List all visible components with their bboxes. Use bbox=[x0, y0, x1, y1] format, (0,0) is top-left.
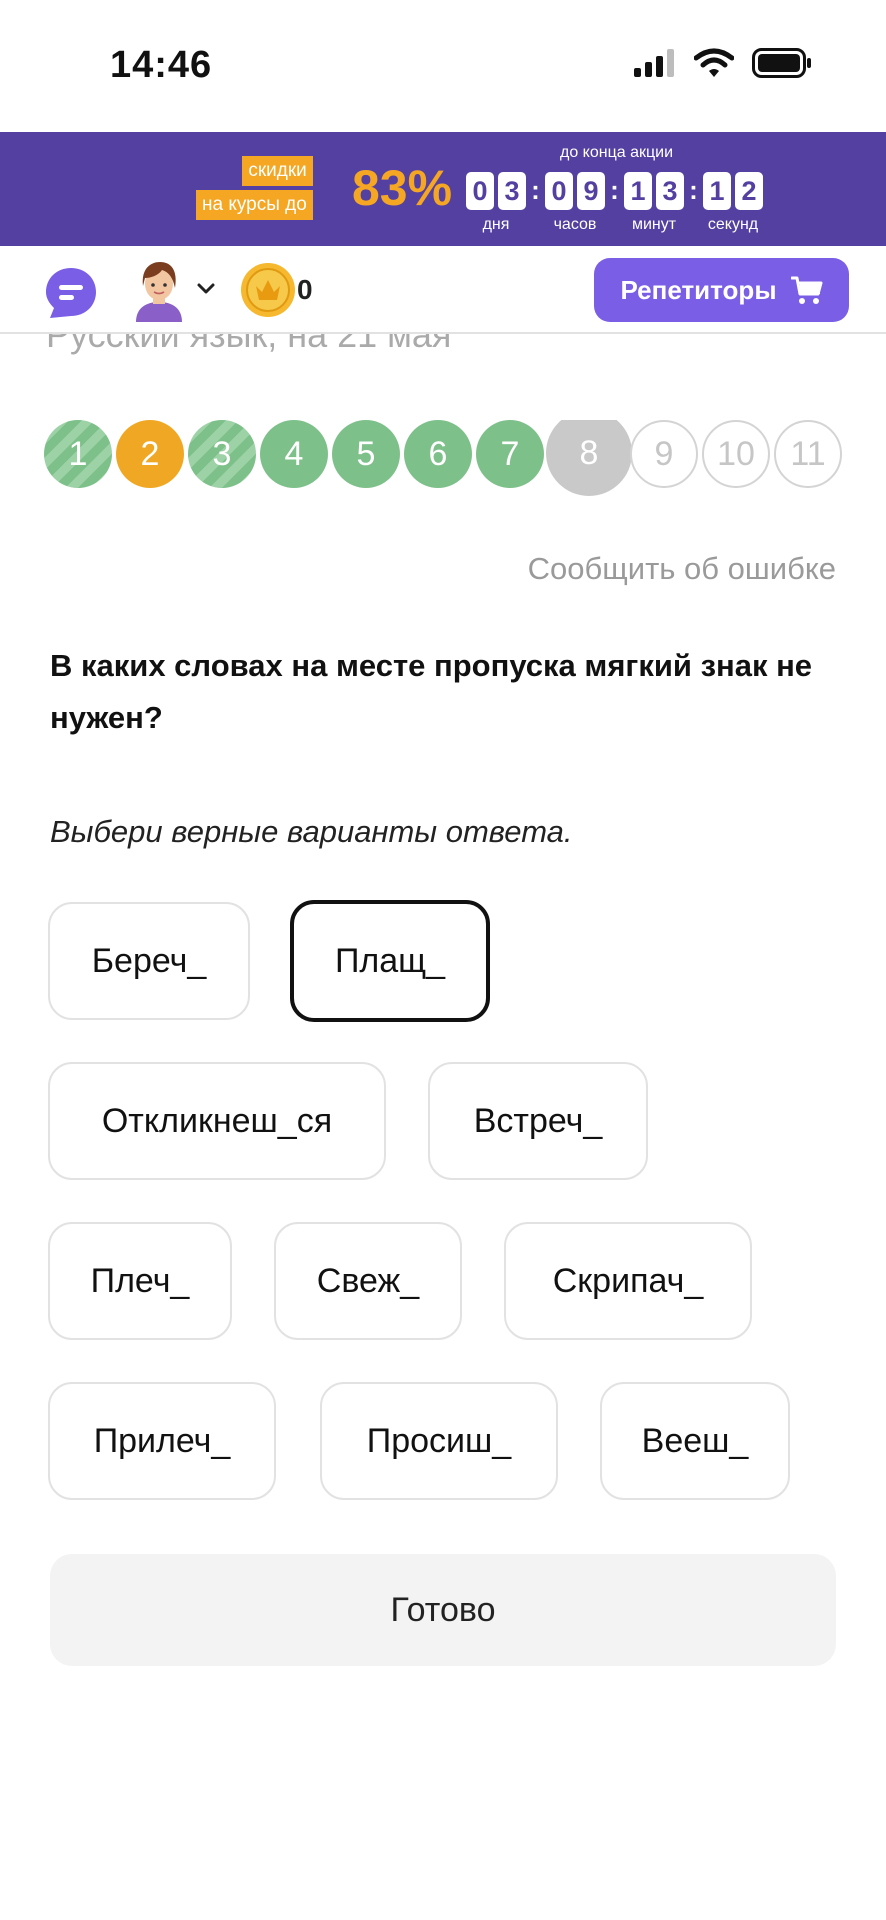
promo-tags: скидки на курсы до bbox=[196, 156, 313, 220]
chat-icon[interactable] bbox=[44, 266, 98, 320]
timer-label-hours: часов bbox=[553, 216, 597, 233]
promo-percent: 83% bbox=[352, 160, 453, 216]
chevron-down-icon[interactable] bbox=[196, 282, 216, 296]
answer-option-label: Плеч_ bbox=[90, 1261, 190, 1300]
promo-tag-courses: на курсы до bbox=[196, 190, 313, 220]
timer-digit: 2 bbox=[735, 172, 763, 210]
answer-option-label: Береч_ bbox=[91, 941, 207, 980]
progress-step-6[interactable]: 6 bbox=[404, 420, 472, 488]
timer-digit: 1 bbox=[703, 172, 731, 210]
answer-option[interactable]: Плеч_ bbox=[48, 1222, 232, 1340]
promo-until-label: до конца акции bbox=[560, 144, 674, 161]
timer-minutes: 1 3 минут bbox=[624, 172, 684, 234]
timer-digit: 0 bbox=[466, 172, 494, 210]
answer-option-label: Просиш_ bbox=[366, 1421, 512, 1460]
answer-option-label: Скрипач_ bbox=[552, 1261, 704, 1300]
status-bar: 14:46 bbox=[0, 0, 886, 132]
avatar[interactable] bbox=[132, 260, 186, 322]
countdown-timer: 0 3 дня : 0 9 часов : 1 3 минут : 1 2 се… bbox=[466, 172, 763, 234]
question-text: В каких словах на месте пропуска мягкий … bbox=[50, 648, 813, 735]
report-error-link[interactable]: Сообщить об ошибке bbox=[528, 551, 836, 587]
progress-step-7[interactable]: 7 bbox=[476, 420, 544, 488]
progress-step-1[interactable]: 1 bbox=[44, 420, 112, 488]
done-button[interactable]: Готово bbox=[50, 1554, 836, 1666]
answer-option[interactable]: Просиш_ bbox=[320, 1382, 558, 1500]
coin-count: 0 bbox=[297, 274, 313, 305]
timer-label-seconds: секунд bbox=[707, 216, 759, 233]
timer-digit: 3 bbox=[498, 172, 526, 210]
status-icons bbox=[634, 48, 812, 78]
progress-step-8[interactable]: 8 bbox=[546, 420, 632, 496]
timer-seconds: 1 2 секунд bbox=[703, 172, 763, 234]
timer-hours: 0 9 часов bbox=[545, 172, 605, 234]
progress-step-9[interactable]: 9 bbox=[630, 420, 698, 488]
answer-option-label: Откликнеш_ся bbox=[101, 1101, 333, 1140]
timer-digit: 9 bbox=[577, 172, 605, 210]
progress-step-10[interactable]: 10 bbox=[702, 420, 770, 488]
progress-step-4[interactable]: 4 bbox=[260, 420, 328, 488]
answer-option[interactable]: Плащ_ bbox=[290, 900, 490, 1022]
tutors-button-label: Репетиторы bbox=[620, 274, 777, 305]
timer-days: 0 3 дня bbox=[466, 172, 526, 234]
status-time: 14:46 bbox=[110, 44, 213, 86]
answer-option-label: Встреч_ bbox=[473, 1101, 603, 1140]
answer-option[interactable]: Свеж_ bbox=[274, 1222, 462, 1340]
coin-icon[interactable] bbox=[240, 262, 296, 318]
answer-option[interactable]: Прилеч_ bbox=[48, 1382, 276, 1500]
progress-step-2[interactable]: 2 bbox=[116, 420, 184, 488]
answer-option-label: Свеж_ bbox=[316, 1261, 420, 1300]
timer-digit: 0 bbox=[545, 172, 573, 210]
timer-separator: : bbox=[610, 175, 619, 205]
promo-tag-discount: скидки bbox=[242, 156, 313, 186]
answer-option-label: Плащ_ bbox=[334, 941, 446, 980]
cart-icon bbox=[790, 276, 823, 304]
top-nav: 0 Репетиторы bbox=[0, 246, 886, 334]
answer-option-label: Вееш_ bbox=[641, 1421, 749, 1460]
timer-label-minutes: минут bbox=[631, 216, 677, 233]
promo-banner[interactable]: скидки на курсы до 83% до конца акции 0 … bbox=[0, 132, 886, 246]
battery-icon bbox=[752, 48, 811, 78]
timer-separator: : bbox=[531, 175, 540, 205]
answer-option[interactable]: Встреч_ bbox=[428, 1062, 648, 1180]
timer-digit: 3 bbox=[656, 172, 684, 210]
answer-option-label: Прилеч_ bbox=[93, 1421, 231, 1460]
timer-digit: 1 bbox=[624, 172, 652, 210]
answer-hint: Выбери верные варианты ответа. bbox=[50, 814, 573, 849]
progress-step-5[interactable]: 5 bbox=[332, 420, 400, 488]
wifi-icon bbox=[694, 48, 734, 77]
answer-option[interactable]: Вееш_ bbox=[600, 1382, 790, 1500]
progress-step-3[interactable]: 3 bbox=[188, 420, 256, 488]
timer-label-days: дня bbox=[482, 216, 510, 233]
tutors-button[interactable]: Репетиторы bbox=[594, 258, 849, 322]
answer-option[interactable]: Береч_ bbox=[48, 902, 250, 1020]
cellular-signal-icon bbox=[634, 49, 674, 77]
answer-option[interactable]: Скрипач_ bbox=[504, 1222, 752, 1340]
answer-option[interactable]: Откликнеш_ся bbox=[48, 1062, 386, 1180]
timer-separator: : bbox=[689, 175, 698, 205]
progress-step-11[interactable]: 11 bbox=[774, 420, 842, 488]
question-progress: 1 2 3 4 5 6 7 8 9 10 11 bbox=[44, 420, 842, 504]
